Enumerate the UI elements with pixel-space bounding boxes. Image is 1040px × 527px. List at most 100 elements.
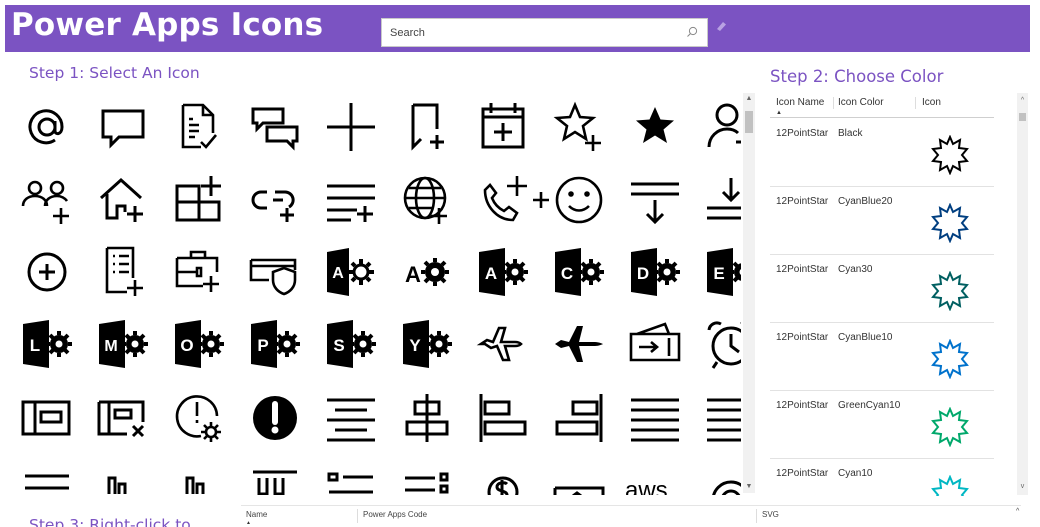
step2-title: Step 2: Choose Color — [770, 67, 944, 86]
align-top-columns-icon[interactable] — [247, 464, 303, 495]
align-top-icon[interactable] — [19, 464, 75, 495]
list-options-icon[interactable] — [399, 464, 455, 495]
twelve-point-star-icon — [931, 203, 969, 243]
briefcase-add-icon[interactable] — [171, 244, 227, 300]
twelve-point-star-icon — [931, 407, 969, 447]
money-icon[interactable] — [475, 464, 531, 495]
align-bottom-icon[interactable] — [95, 464, 151, 495]
crm-app-icon[interactable]: C — [551, 244, 607, 300]
airplane-filled-icon[interactable] — [551, 316, 607, 372]
scroll-down-arrow-icon[interactable]: v — [1017, 483, 1028, 491]
scroll-down-arrow-icon[interactable]: ▼ — [743, 483, 755, 491]
list-add-icon[interactable] — [323, 172, 379, 228]
dynamics-app-icon[interactable]: D — [627, 244, 683, 300]
circle-record-icon[interactable] — [703, 464, 741, 495]
gallery-scrollbar[interactable]: ▲ ▼ — [743, 93, 755, 493]
col-icon[interactable]: Icon — [922, 97, 941, 108]
at-icon[interactable] — [19, 99, 75, 155]
eraser-icon[interactable] — [713, 18, 729, 34]
svg-text:S: S — [333, 336, 344, 355]
color-table-header: Icon Name Icon Color Icon ▲ — [770, 91, 994, 118]
col-name[interactable]: Name — [246, 510, 267, 519]
alert-solid-icon[interactable] — [247, 390, 303, 446]
align-center-icon[interactable] — [323, 390, 379, 446]
list-bullets-icon[interactable] — [323, 464, 379, 495]
link-add-icon[interactable] — [247, 172, 303, 228]
airplane-ticket-icon[interactable] — [627, 316, 683, 372]
table-row[interactable]: 12PointStar Black — [770, 119, 994, 187]
scroll-up-arrow-icon[interactable]: ^ — [1017, 97, 1028, 105]
shield-card-icon[interactable] — [247, 244, 303, 300]
svg-text:L: L — [30, 336, 40, 355]
color-table-scrollbar[interactable]: ^ v — [1017, 93, 1028, 495]
bookmark-add-icon[interactable] — [399, 99, 455, 155]
grid-add-icon[interactable] — [171, 172, 227, 228]
search-input[interactable] — [382, 19, 682, 46]
globe-add-icon[interactable] — [399, 172, 455, 228]
align-left-icon[interactable] — [475, 390, 531, 446]
conversation-icon[interactable] — [247, 99, 303, 155]
project-app-icon[interactable]: P — [247, 316, 303, 372]
table-row[interactable]: 12PointStar GreenCyan10 — [770, 391, 994, 459]
color-table-scroll-thumb[interactable] — [1019, 113, 1026, 121]
icon-gallery[interactable]: A A A C D E L M O P S Y aws — [19, 92, 741, 495]
emoji-add-icon[interactable] — [531, 172, 611, 228]
document-list-add-icon[interactable] — [95, 244, 151, 300]
document-check-icon[interactable] — [171, 99, 227, 155]
gallery-scroll-thumb[interactable] — [745, 111, 753, 133]
exchange-app-icon[interactable]: E — [703, 244, 741, 300]
outlook-app-icon[interactable]: O — [171, 316, 227, 372]
table-row[interactable]: 12PointStar Cyan10 — [770, 459, 994, 496]
app-header: Power Apps Icons — [5, 5, 1030, 52]
access-app-icon[interactable]: A — [323, 244, 379, 300]
scroll-up-arrow-icon[interactable]: ▲ — [743, 95, 755, 103]
sort-ascending-icon: ▲ — [776, 110, 782, 116]
comment-icon[interactable] — [95, 99, 151, 155]
alarm-clock-icon[interactable] — [703, 316, 741, 372]
table-row[interactable]: 12PointStar CyanBlue10 — [770, 323, 994, 391]
align-h-center-icon[interactable] — [399, 390, 455, 446]
mail-app-icon[interactable]: M — [95, 316, 151, 372]
svg-text:A: A — [405, 262, 421, 287]
sort-down-icon[interactable] — [627, 172, 683, 228]
search-box[interactable] — [381, 18, 708, 47]
star-filled-icon[interactable] — [627, 99, 683, 155]
scroll-up-arrow-icon[interactable]: ^ — [1016, 508, 1019, 515]
admin-app-icon[interactable]: A — [399, 244, 455, 300]
azure-app-icon[interactable]: A — [475, 244, 531, 300]
align-left-text-icon[interactable] — [703, 390, 741, 446]
twelve-point-star-icon — [931, 271, 969, 311]
search-icon[interactable] — [685, 25, 699, 39]
align-middle-icon[interactable] — [171, 464, 227, 495]
image-frame-icon[interactable] — [551, 464, 607, 495]
svg-text:E: E — [713, 264, 724, 283]
col-icon-name[interactable]: Icon Name — [776, 97, 824, 108]
calendar-add-icon[interactable] — [475, 99, 531, 155]
airplane-outline-icon[interactable] — [475, 316, 531, 372]
home-add-icon[interactable] — [95, 172, 151, 228]
yammer-app-icon[interactable]: Y — [399, 316, 455, 372]
circle-add-icon[interactable] — [19, 244, 75, 300]
card-remove-icon[interactable] — [95, 390, 151, 446]
star-add-icon[interactable] — [551, 99, 607, 155]
card-icon[interactable] — [19, 390, 75, 446]
col-svg[interactable]: SVG — [762, 510, 779, 519]
phone-add-icon[interactable] — [475, 172, 531, 228]
col-power-apps-code[interactable]: Power Apps Code — [363, 510, 427, 519]
align-right-icon[interactable] — [551, 390, 607, 446]
person-add-icon[interactable] — [703, 99, 741, 155]
twelve-point-star-icon — [931, 135, 969, 175]
sharepoint-app-icon[interactable]: S — [323, 316, 379, 372]
lync-app-icon[interactable]: L — [19, 316, 75, 372]
table-row[interactable]: 12PointStar CyanBlue20 — [770, 187, 994, 255]
color-table[interactable]: Icon Name Icon Color Icon ▲ 12PointStar … — [770, 91, 994, 496]
alert-settings-icon[interactable] — [171, 390, 227, 446]
people-add-icon[interactable] — [19, 172, 75, 228]
col-icon-color[interactable]: Icon Color — [838, 97, 884, 108]
download-icon[interactable] — [703, 172, 741, 228]
add-icon[interactable] — [323, 99, 379, 155]
svg-text:Y: Y — [409, 336, 421, 355]
align-justify-icon[interactable] — [627, 390, 683, 446]
table-row[interactable]: 12PointStar Cyan30 — [770, 255, 994, 323]
aws-text-icon[interactable]: aws — [621, 464, 691, 495]
